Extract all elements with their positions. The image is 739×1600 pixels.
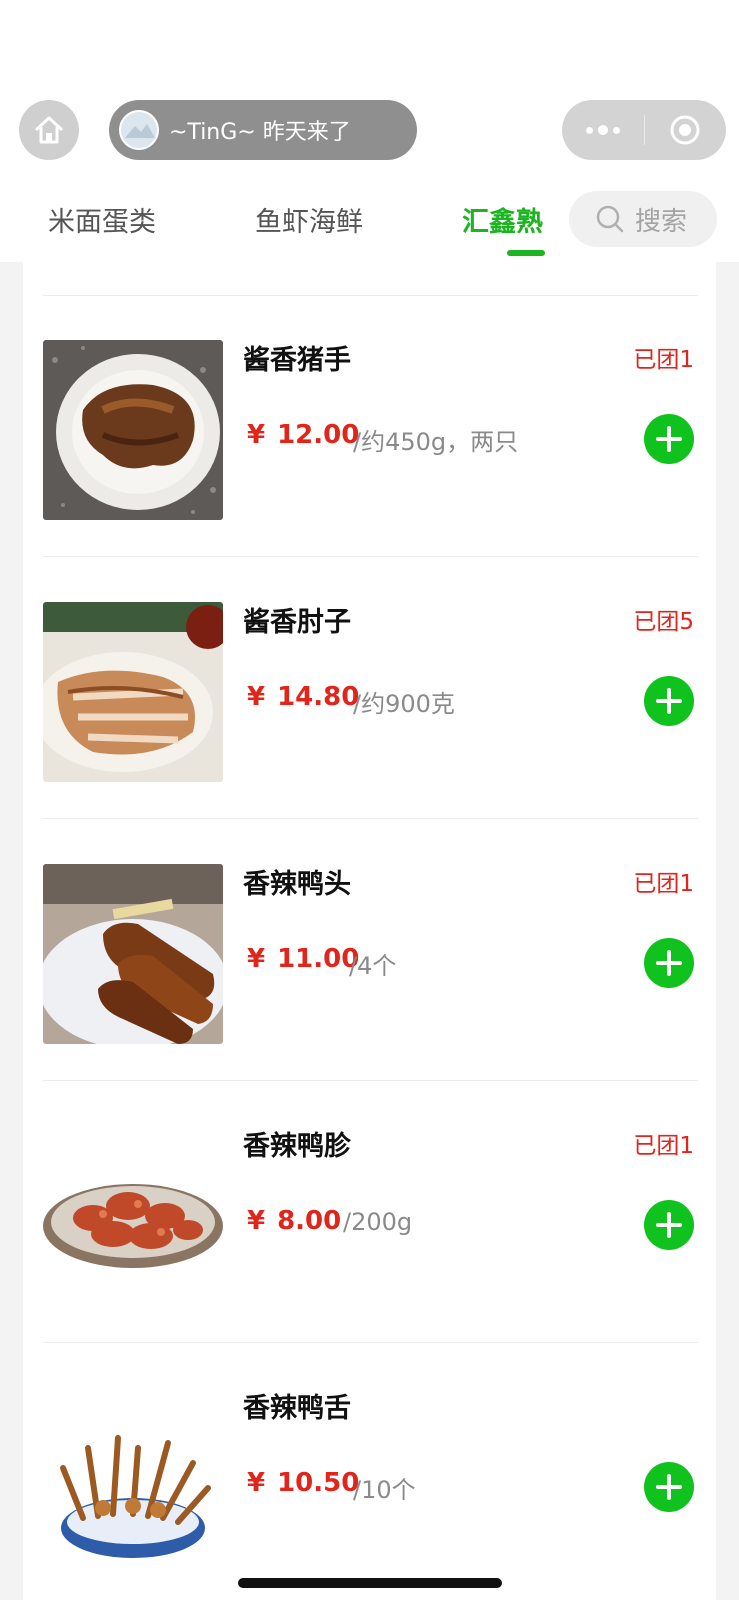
more-dots-icon — [585, 126, 593, 134]
product-price: ¥10.50 — [247, 1468, 360, 1498]
product-unit: /约900克 — [353, 690, 455, 718]
product-unit: /200g — [343, 1208, 413, 1236]
mini-program-capsule — [562, 100, 726, 160]
home-icon — [35, 116, 63, 144]
plus-icon — [656, 688, 682, 714]
product-image-pork-knuckle — [43, 602, 223, 782]
sold-count: 已团1 — [633, 871, 694, 897]
tab-rice-noodle-egg[interactable]: 米面蛋类 — [48, 200, 156, 239]
product-item[interactable]: 酱香猪手 已团1 ¥12.00 /约450g，两只 — [23, 296, 716, 562]
plus-icon — [656, 426, 682, 452]
add-to-cart-button[interactable] — [644, 676, 694, 726]
plus-icon — [656, 1474, 682, 1500]
product-item[interactable]: 酱香肘子 已团5 ¥14.80 /约900克 — [23, 558, 716, 824]
sold-count: 已团1 — [633, 347, 694, 373]
product-unit: /10个 — [353, 1476, 416, 1504]
product-name: 香辣鸭胗 — [243, 1131, 351, 1162]
add-to-cart-button[interactable] — [644, 1200, 694, 1250]
tab-fish-shrimp-seafood[interactable]: 鱼虾海鲜 — [255, 200, 363, 239]
product-image-duck-tongue — [43, 1388, 223, 1568]
product-list: 酱香猪手 已团1 ¥12.00 /约450g，两只 酱香肘子 已团5 ¥14.8… — [23, 262, 716, 1600]
search-placeholder: 搜索 — [635, 206, 688, 237]
active-tab-indicator — [507, 250, 545, 256]
product-image-duck-gizzard — [43, 1126, 223, 1306]
visitor-avatar — [119, 110, 159, 150]
product-name: 酱香肘子 — [243, 607, 351, 638]
plus-icon — [656, 950, 682, 976]
search-box[interactable]: 搜索 — [569, 191, 717, 247]
tab-huixin-cooked[interactable]: 汇鑫熟 — [462, 200, 543, 239]
visitor-text: ~TinG~ 昨天来了 — [169, 120, 351, 145]
product-unit: /4个 — [349, 952, 397, 980]
product-name: 香辣鸭舌 — [243, 1393, 351, 1424]
product-image-pig-trotter — [43, 340, 223, 520]
add-to-cart-button[interactable] — [644, 1462, 694, 1512]
home-button[interactable] — [19, 100, 79, 160]
product-unit: /约450g，两只 — [353, 428, 519, 456]
sold-count: 已团5 — [633, 609, 694, 635]
plus-icon — [656, 1212, 682, 1238]
product-price: ¥11.00 — [247, 944, 360, 974]
add-to-cart-button[interactable] — [644, 414, 694, 464]
recent-visitor-pill[interactable]: ~TinG~ 昨天来了 — [109, 100, 417, 160]
top-bar: ~TinG~ 昨天来了 米面蛋类 鱼虾海鲜 汇鑫熟 搜索 — [0, 0, 739, 262]
close-target-icon — [670, 115, 700, 145]
product-item[interactable]: 香辣鸭胗 已团1 ¥8.00 /200g — [23, 1082, 716, 1348]
product-price: ¥12.00 — [247, 420, 360, 450]
add-to-cart-button[interactable] — [644, 938, 694, 988]
more-button[interactable] — [562, 125, 644, 135]
product-price: ¥14.80 — [247, 682, 360, 712]
home-indicator — [238, 1578, 502, 1588]
close-button[interactable] — [645, 113, 727, 147]
product-item[interactable]: 香辣鸭头 已团1 ¥11.00 /4个 — [23, 820, 716, 1086]
product-image-duck-head — [43, 864, 223, 1044]
product-name: 酱香猪手 — [243, 345, 351, 376]
sold-count: 已团1 — [633, 1133, 694, 1159]
product-item[interactable]: 香辣鸭舌 ¥10.50 /10个 — [23, 1344, 716, 1600]
product-name: 香辣鸭头 — [243, 869, 351, 900]
product-price: ¥8.00 — [247, 1206, 342, 1236]
search-icon — [596, 205, 624, 233]
